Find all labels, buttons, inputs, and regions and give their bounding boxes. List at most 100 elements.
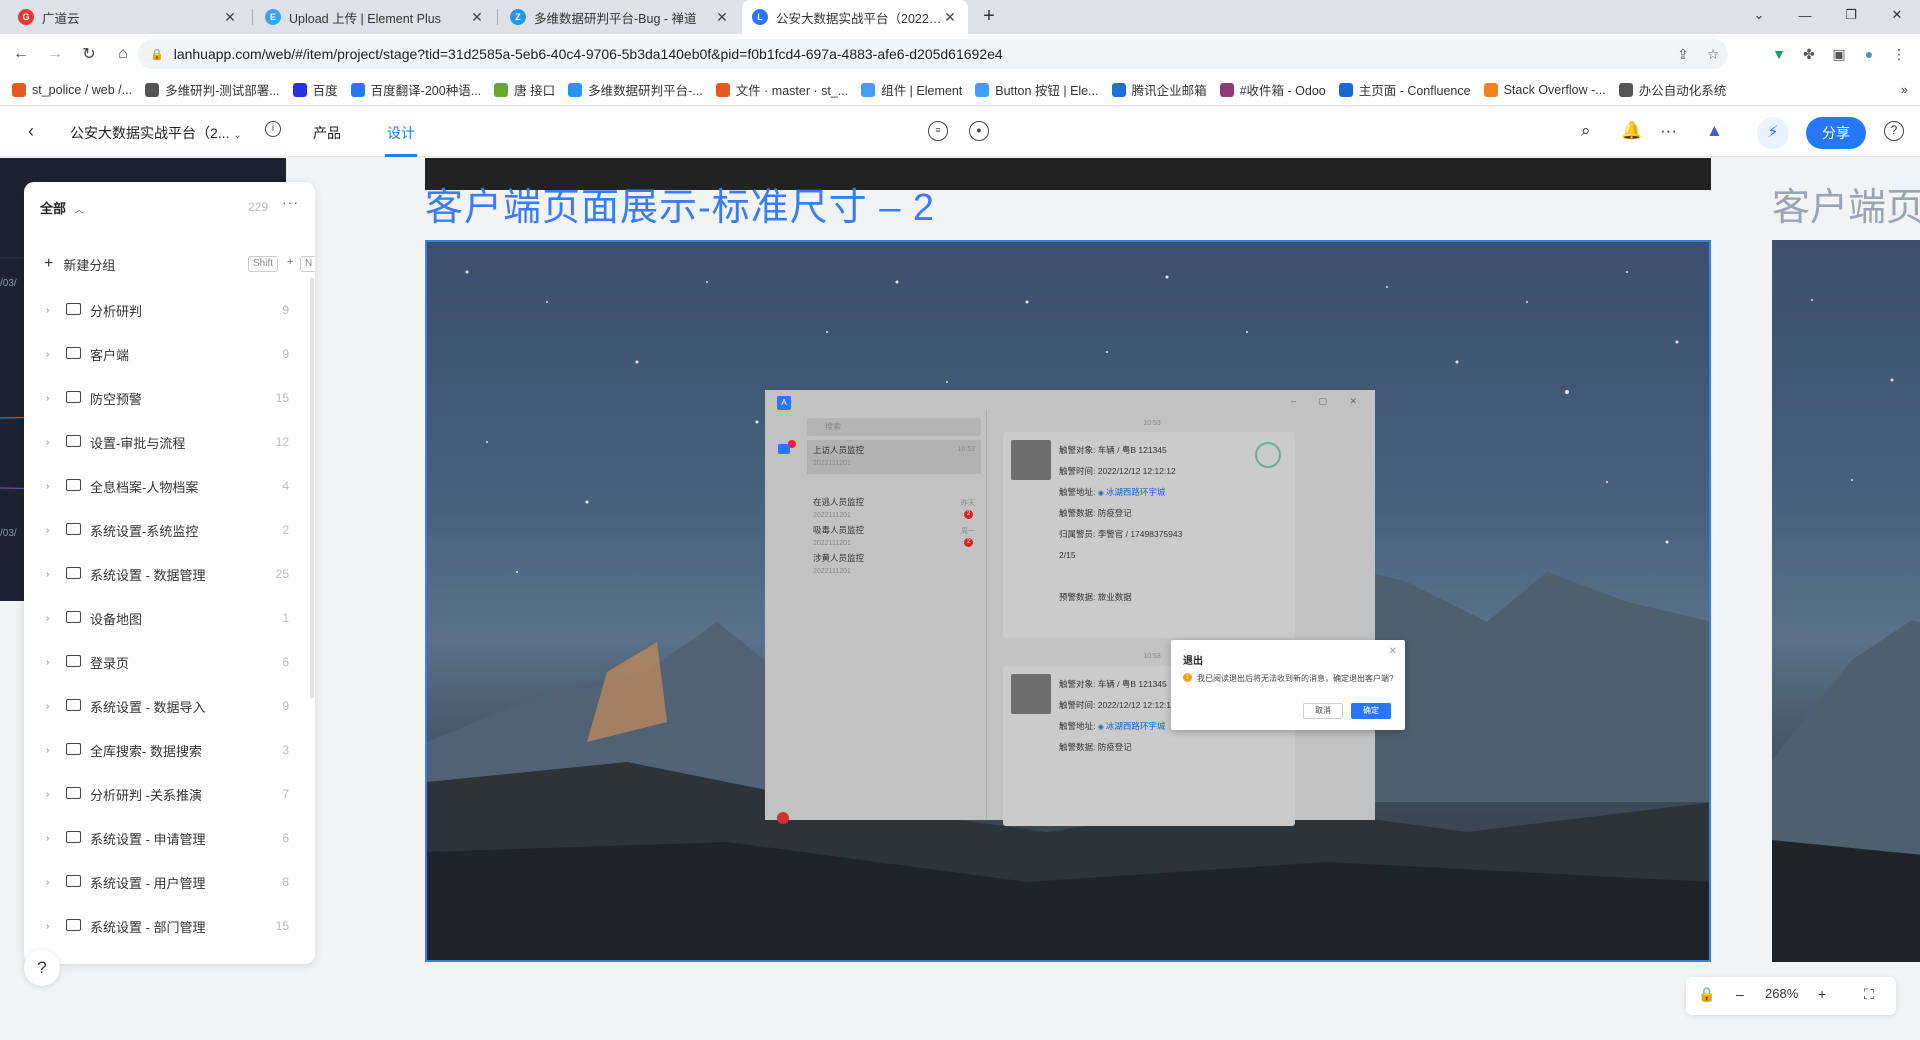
new-group-button[interactable]: + 新建分组 Shift + N	[44, 252, 315, 276]
tab-design[interactable]: 设计	[387, 123, 415, 143]
group-filter-dropdown[interactable]: 全部 ︿	[40, 198, 84, 217]
close-tab-icon[interactable]: ✕	[714, 9, 730, 26]
group-row[interactable]: › 系统设置 - 部门管理 15	[24, 904, 315, 948]
forward-icon[interactable]: →	[42, 41, 68, 67]
group-row[interactable]: › 设置-审批与流程 12	[24, 420, 315, 464]
chevron-right-icon[interactable]: ›	[46, 305, 49, 316]
extensions-puzzle-icon[interactable]: ✤	[1794, 46, 1824, 63]
zoom-level[interactable]: 268%	[1765, 986, 1798, 1001]
search-icon[interactable]: ⌕	[1581, 121, 1591, 141]
restore-icon[interactable]: ❐	[1828, 0, 1874, 30]
share-page-icon[interactable]: ⇪	[1668, 46, 1698, 63]
close-tab-icon[interactable]: ✕	[469, 9, 485, 26]
bookmark-item[interactable]: 唐 接口	[494, 80, 555, 99]
bookmark-star-icon[interactable]: ☆	[1698, 46, 1728, 63]
group-row[interactable]: › 系统设置 - 数据导入 9	[24, 684, 315, 728]
side-panel-icon[interactable]: ▣	[1824, 46, 1854, 63]
lock-icon[interactable]: 🔒	[1698, 986, 1715, 1003]
group-row[interactable]: › 系统设置 - 用户管理 8	[24, 860, 315, 904]
bookmark-item[interactable]: 百度翻译-200种语...	[350, 80, 481, 99]
new-tab-button[interactable]: +	[976, 4, 1002, 30]
chevron-right-icon[interactable]: ›	[46, 701, 49, 712]
group-row[interactable]: › 分析研判 -关系推演 7	[24, 772, 315, 816]
more-icon[interactable]: ···	[282, 194, 299, 210]
url-text[interactable]: lanhuapp.com/web/#/item/project/stage?ti…	[174, 46, 1003, 62]
bookmark-item[interactable]: 主页面 - Confluence	[1338, 80, 1471, 99]
chevron-right-icon[interactable]: ›	[46, 349, 49, 360]
browser-tab-active[interactable]: L 公安大数据实战平台（2022/6/1( ✕	[742, 0, 968, 34]
tab-product[interactable]: 产品	[313, 123, 341, 143]
group-row[interactable]: › 客户端 9	[24, 332, 315, 376]
project-name-dropdown[interactable]: 公安大数据实战平台（2... ⌄	[70, 123, 242, 143]
group-row[interactable]: › 系统设置 - 申请管理 6	[24, 816, 315, 860]
lock-icon[interactable]: 🔒	[150, 48, 164, 61]
share-button[interactable]: 分享	[1806, 117, 1866, 149]
chevron-right-icon[interactable]: ›	[46, 613, 49, 624]
artboard-title[interactable]: 客户端页面展示-标准尺寸 – 2	[425, 176, 935, 231]
bookmark-item[interactable]: Button 按钮 | Ele...	[975, 80, 1099, 99]
panel-scrollbar[interactable]	[310, 278, 314, 698]
window-close-icon[interactable]: ✕	[1874, 0, 1920, 30]
notification-bell-icon[interactable]: 🔔	[1621, 121, 1642, 141]
lightning-icon[interactable]: ⚡	[1757, 117, 1789, 149]
profile-avatar-icon[interactable]: ●	[1854, 46, 1884, 62]
vue-devtools-icon[interactable]: ▼	[1764, 46, 1794, 62]
group-row[interactable]: › 系统设置 - 数据管理 25	[24, 552, 315, 596]
help-icon[interactable]: ?	[1884, 121, 1904, 141]
comment-icon[interactable]: ≡	[928, 121, 948, 141]
chevron-right-icon[interactable]: ›	[46, 833, 49, 844]
group-row[interactable]: › 系统设置-系统监控 2	[24, 508, 315, 552]
zoom-in-button[interactable]: +	[1818, 986, 1826, 1002]
group-row[interactable]: › 分析研判 9	[24, 288, 315, 332]
help-button[interactable]: ?	[24, 950, 60, 986]
close-tab-icon[interactable]: ✕	[222, 9, 238, 26]
bookmarks-overflow-icon[interactable]: »	[1901, 82, 1908, 97]
bookmark-item[interactable]: 办公自动化系统	[1618, 80, 1726, 99]
preview-eye-icon[interactable]: ●	[969, 121, 989, 141]
more-icon[interactable]: ···	[1660, 121, 1677, 141]
group-row[interactable]: › 全息档案-人物档案 4	[24, 464, 315, 508]
bookmark-item[interactable]: Stack Overflow -...	[1483, 82, 1606, 97]
bookmark-item[interactable]: 腾讯企业邮箱	[1111, 80, 1207, 99]
back-arrow-icon[interactable]: ‹	[28, 121, 34, 142]
browser-tab[interactable]: E Upload 上传 | Element Plus ✕	[255, 0, 495, 34]
chevron-right-icon[interactable]: ›	[46, 437, 49, 448]
chevron-right-icon[interactable]: ›	[46, 569, 49, 580]
home-icon[interactable]: ⌂	[110, 41, 136, 67]
info-icon[interactable]: i	[265, 121, 281, 137]
bookmark-item[interactable]: #收件箱 - Odoo	[1219, 80, 1326, 99]
fullscreen-icon[interactable]: ⛶	[1864, 986, 1874, 1003]
next-artboard[interactable]	[1772, 240, 1920, 962]
chevron-right-icon[interactable]: ›	[46, 921, 49, 932]
chevron-right-icon[interactable]: ›	[46, 481, 49, 492]
bookmark-item[interactable]: st_police / web /...	[12, 82, 132, 97]
chevron-right-icon[interactable]: ›	[46, 657, 49, 668]
browser-tab[interactable]: G 广道云 ✕	[8, 0, 248, 34]
bookmark-item[interactable]: 多维研判-测试部署...	[145, 80, 280, 99]
artboard-title-next[interactable]: 客户端页	[1772, 176, 1920, 231]
zoom-out-button[interactable]: –	[1736, 986, 1744, 1002]
browser-menu-icon[interactable]: ⋮	[1884, 46, 1914, 63]
group-row[interactable]: › 全库搜索- 数据搜索 3	[24, 728, 315, 772]
browser-tab[interactable]: Z 多维数据研判平台-Bug - 禅道 ✕	[500, 0, 740, 34]
bookmark-item[interactable]: 多维数据研判平台-...	[568, 80, 703, 99]
group-row[interactable]: › 设备地图 1	[24, 596, 315, 640]
chevron-right-icon[interactable]: ›	[46, 877, 49, 888]
selected-artboard[interactable]: A – ▢ ✕ 搜索 上访人员监控 2022111201 10:53 在逃人员监控 20…	[425, 240, 1711, 962]
group-row[interactable]: › 登录页 6	[24, 640, 315, 684]
tab-search-icon[interactable]: ⌄	[1736, 0, 1782, 30]
reload-icon[interactable]: ↻	[76, 41, 102, 67]
minimize-icon[interactable]: —	[1782, 0, 1828, 30]
chevron-right-icon[interactable]: ›	[46, 393, 49, 404]
chevron-right-icon[interactable]: ›	[46, 745, 49, 756]
back-icon[interactable]: ←	[8, 41, 34, 67]
chevron-right-icon[interactable]: ›	[46, 789, 49, 800]
chevron-right-icon[interactable]: ›	[46, 525, 49, 536]
group-row[interactable]: › 防空预警 15	[24, 376, 315, 420]
url-field[interactable]: 🔒 lanhuapp.com/web/#/item/project/stage?…	[138, 39, 1728, 69]
bookmark-item[interactable]: 百度	[292, 80, 338, 99]
lanhu-logo-icon[interactable]: ▲	[1706, 121, 1723, 141]
bookmark-item[interactable]: 组件 | Element	[861, 80, 962, 99]
bookmark-item[interactable]: 文件 · master · st_...	[715, 80, 848, 99]
close-tab-icon[interactable]: ✕	[942, 9, 958, 26]
